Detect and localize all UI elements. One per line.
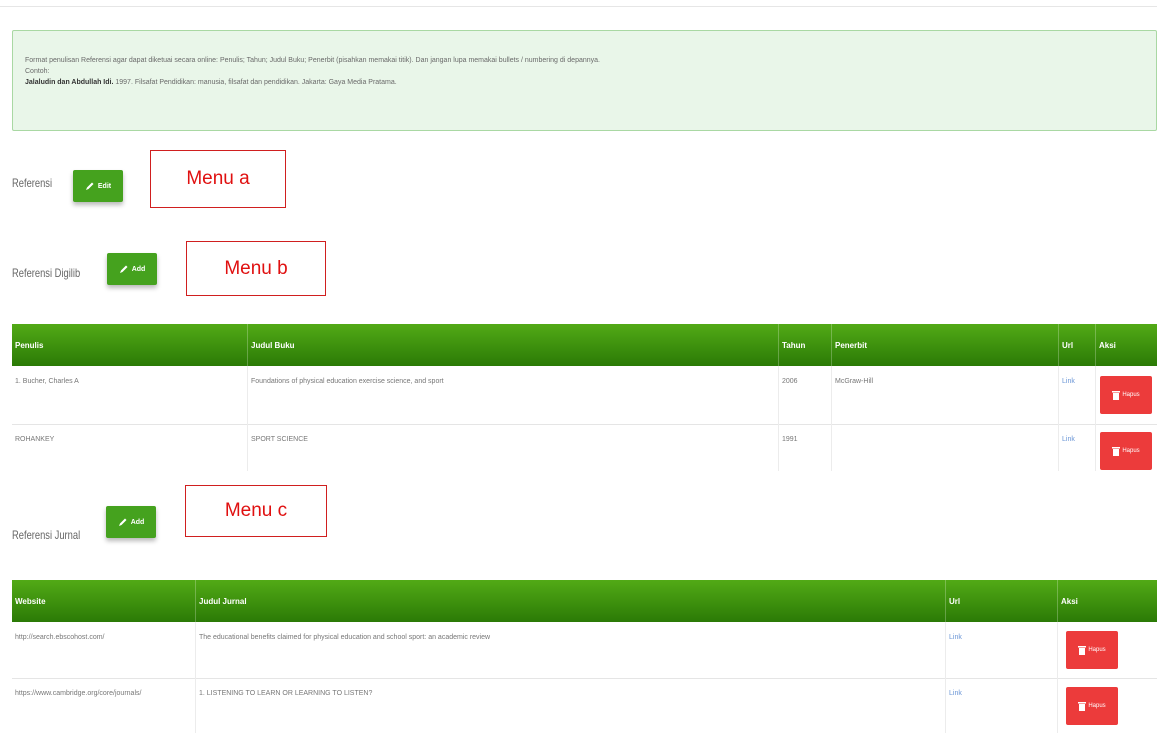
referensi-edit-label: Edit [97,182,112,190]
jurnal-label: Referensi Jurnal [12,528,81,542]
referensi-label: Referensi [12,176,53,190]
hapus-label: Hapus [1088,703,1106,709]
table-row: 1. Bucher, Charles A Foundations of phys… [12,366,1157,425]
col-penulis: Penulis [12,324,248,366]
cell-judul: Foundations of physical education exerci… [248,366,779,424]
jurnal-add-label: Add [130,518,145,526]
trash-icon [1078,646,1087,655]
col-penerbit: Penerbit [832,324,1059,366]
referensi-edit-button[interactable]: Edit [73,170,123,202]
info-example: Jalaludin dan Abdullah Idi. 1997. Filsaf… [25,77,1144,88]
cell-website: https://www.cambridge.org/core/journals/ [12,678,196,733]
url-link[interactable]: Link [946,678,1058,733]
digilib-table: Penulis Judul Buku Tahun Penerbit Url Ak… [12,324,1157,471]
pencil-icon [85,182,94,190]
trash-icon [1078,702,1087,711]
hapus-button[interactable]: Hapus [1066,687,1118,725]
col-judul-jurnal: Judul Jurnal [196,580,946,622]
cell-penulis: ROHANKEY [12,424,248,471]
trash-icon [1112,391,1121,400]
table-row: https://www.cambridge.org/core/journals/… [12,678,1157,733]
pencil-icon [118,518,127,526]
hapus-label: Hapus [1122,448,1140,454]
jurnal-table-header: Website Judul Jurnal Url Aksi [12,580,1157,622]
top-divider [0,6,1157,7]
info-example-rest: 1997. Filsafat Pendidikan: manusia, fils… [113,79,397,86]
digilib-add-label: Add [131,265,146,273]
annotation-menu-a: Menu a [150,150,286,208]
cell-tahun: 2006 [779,366,832,424]
cell-judul: SPORT SCIENCE [248,424,779,471]
digilib-table-header: Penulis Judul Buku Tahun Penerbit Url Ak… [12,324,1157,366]
col-judul-buku: Judul Buku [248,324,779,366]
url-link[interactable]: Link [946,622,1058,678]
col-website: Website [12,580,196,622]
format-info-alert: Format penulisan Referensi agar dapat di… [12,30,1157,131]
annotation-menu-c: Menu c [185,485,327,537]
cell-penerbit: McGraw-Hill [832,366,1059,424]
cell-penerbit [832,424,1059,471]
info-example-authors: Jalaludin dan Abdullah Idi. [25,79,114,86]
table-row: ROHANKEY SPORT SCIENCE 1991 Link Hapus [12,424,1157,471]
cell-judul: 1. LISTENING TO LEARN OR LEARNING TO LIS… [196,678,946,733]
col-tahun: Tahun [779,324,832,366]
annotation-menu-b: Menu b [186,241,326,296]
url-link[interactable]: Link [1059,366,1096,424]
info-example-label: Contoh: [25,68,50,75]
hapus-button[interactable]: Hapus [1066,631,1118,669]
col-url: Url [946,580,1058,622]
hapus-button[interactable]: Hapus [1100,376,1152,414]
cell-website: http://search.ebscohost.com/ [12,622,196,678]
hapus-label: Hapus [1122,392,1140,398]
hapus-label: Hapus [1088,647,1106,653]
pencil-icon [119,265,128,273]
info-format-text: Format penulisan Referensi agar dapat di… [25,57,600,64]
cell-penulis: 1. Bucher, Charles A [12,366,248,424]
cell-tahun: 1991 [779,424,832,471]
hapus-button[interactable]: Hapus [1100,432,1152,470]
cell-aksi: Hapus [1096,366,1157,424]
col-url: Url [1059,324,1096,366]
col-aksi: Aksi [1061,596,1078,606]
digilib-add-button[interactable]: Add [107,253,157,285]
cell-aksi: Hapus [1096,424,1157,471]
digilib-label: Referensi Digilib [12,266,81,280]
col-aksi: Aksi [1099,340,1116,350]
cell-aksi: Hapus [1058,622,1157,678]
jurnal-table: Website Judul Jurnal Url Aksi http://sea… [12,580,1157,733]
table-row: http://search.ebscohost.com/ The educati… [12,622,1157,679]
url-link[interactable]: Link [1059,424,1096,471]
cell-aksi: Hapus [1058,678,1157,733]
cell-judul: The educational benefits claimed for phy… [196,622,946,678]
trash-icon [1112,447,1121,456]
jurnal-add-button[interactable]: Add [106,506,156,538]
